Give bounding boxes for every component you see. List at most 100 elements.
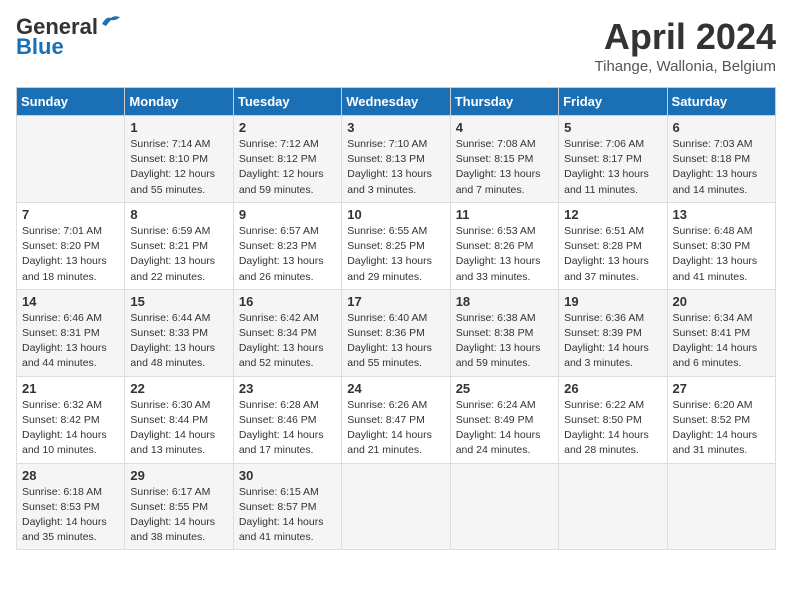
day-number: 7: [22, 207, 119, 222]
calendar-cell: 14 Sunrise: 6:46 AM Sunset: 8:31 PM Dayli…: [17, 289, 125, 376]
day-info: Sunrise: 6:15 AM Sunset: 8:57 PM Dayligh…: [239, 485, 336, 546]
day-header-sunday: Sunday: [17, 88, 125, 116]
calendar-cell: 6 Sunrise: 7:03 AM Sunset: 8:18 PM Daylig…: [667, 116, 775, 203]
calendar-cell: 9 Sunrise: 6:57 AM Sunset: 8:23 PM Daylig…: [233, 202, 341, 289]
day-info: Sunrise: 6:44 AM Sunset: 8:33 PM Dayligh…: [130, 311, 227, 372]
day-number: 28: [22, 468, 119, 483]
day-number: 18: [456, 294, 553, 309]
calendar-cell: [559, 463, 667, 550]
day-number: 27: [673, 381, 770, 396]
week-row: 21 Sunrise: 6:32 AM Sunset: 8:42 PM Dayli…: [17, 376, 776, 463]
calendar-cell: 7 Sunrise: 7:01 AM Sunset: 8:20 PM Daylig…: [17, 202, 125, 289]
day-info: Sunrise: 6:42 AM Sunset: 8:34 PM Dayligh…: [239, 311, 336, 372]
week-row: 1 Sunrise: 7:14 AM Sunset: 8:10 PM Daylig…: [17, 116, 776, 203]
day-number: 9: [239, 207, 336, 222]
calendar-cell: 30 Sunrise: 6:15 AM Sunset: 8:57 PM Dayli…: [233, 463, 341, 550]
day-info: Sunrise: 7:06 AM Sunset: 8:17 PM Dayligh…: [564, 137, 661, 198]
day-info: Sunrise: 6:18 AM Sunset: 8:53 PM Dayligh…: [22, 485, 119, 546]
calendar-cell: 12 Sunrise: 6:51 AM Sunset: 8:28 PM Dayli…: [559, 202, 667, 289]
day-info: Sunrise: 6:32 AM Sunset: 8:42 PM Dayligh…: [22, 398, 119, 459]
day-info: Sunrise: 7:14 AM Sunset: 8:10 PM Dayligh…: [130, 137, 227, 198]
day-info: Sunrise: 7:01 AM Sunset: 8:20 PM Dayligh…: [22, 224, 119, 285]
logo: General Blue: [16, 16, 122, 58]
day-info: Sunrise: 6:38 AM Sunset: 8:38 PM Dayligh…: [456, 311, 553, 372]
day-number: 29: [130, 468, 227, 483]
calendar-table: SundayMondayTuesdayWednesdayThursdayFrid…: [16, 87, 776, 550]
header-row: SundayMondayTuesdayWednesdayThursdayFrid…: [17, 88, 776, 116]
day-number: 14: [22, 294, 119, 309]
day-number: 24: [347, 381, 444, 396]
day-info: Sunrise: 6:55 AM Sunset: 8:25 PM Dayligh…: [347, 224, 444, 285]
day-number: 3: [347, 120, 444, 135]
day-number: 17: [347, 294, 444, 309]
calendar-cell: 4 Sunrise: 7:08 AM Sunset: 8:15 PM Daylig…: [450, 116, 558, 203]
day-number: 1: [130, 120, 227, 135]
day-info: Sunrise: 7:12 AM Sunset: 8:12 PM Dayligh…: [239, 137, 336, 198]
calendar-cell: 28 Sunrise: 6:18 AM Sunset: 8:53 PM Dayli…: [17, 463, 125, 550]
header: General Blue April 2024 Tihange, Walloni…: [16, 16, 776, 75]
day-number: 5: [564, 120, 661, 135]
day-header-tuesday: Tuesday: [233, 88, 341, 116]
calendar-cell: 11 Sunrise: 6:53 AM Sunset: 8:26 PM Dayli…: [450, 202, 558, 289]
calendar-cell: 5 Sunrise: 7:06 AM Sunset: 8:17 PM Daylig…: [559, 116, 667, 203]
calendar-cell: 17Sunrise: 6:40 AM Sunset: 8:36 PM Dayli…: [342, 289, 450, 376]
day-info: Sunrise: 7:08 AM Sunset: 8:15 PM Dayligh…: [456, 137, 553, 198]
day-info: Sunrise: 6:57 AM Sunset: 8:23 PM Dayligh…: [239, 224, 336, 285]
calendar-cell: 23 Sunrise: 6:28 AM Sunset: 8:46 PM Dayli…: [233, 376, 341, 463]
day-number: 22: [130, 381, 227, 396]
day-info: Sunrise: 6:46 AM Sunset: 8:31 PM Dayligh…: [22, 311, 119, 372]
day-info: Sunrise: 7:10 AM Sunset: 8:13 PM Dayligh…: [347, 137, 444, 198]
day-number: 25: [456, 381, 553, 396]
day-info: Sunrise: 6:17 AM Sunset: 8:55 PM Dayligh…: [130, 485, 227, 546]
day-number: 13: [673, 207, 770, 222]
calendar-cell: [450, 463, 558, 550]
day-number: 19: [564, 294, 661, 309]
calendar-cell: 18 Sunrise: 6:38 AM Sunset: 8:38 PM Dayli…: [450, 289, 558, 376]
calendar-cell: 13 Sunrise: 6:48 AM Sunset: 8:30 PM Dayli…: [667, 202, 775, 289]
day-info: Sunrise: 6:24 AM Sunset: 8:49 PM Dayligh…: [456, 398, 553, 459]
day-number: 20: [673, 294, 770, 309]
calendar-cell: [342, 463, 450, 550]
day-info: Sunrise: 6:53 AM Sunset: 8:26 PM Dayligh…: [456, 224, 553, 285]
week-row: 28 Sunrise: 6:18 AM Sunset: 8:53 PM Dayli…: [17, 463, 776, 550]
day-number: 26: [564, 381, 661, 396]
day-number: 11: [456, 207, 553, 222]
calendar-cell: 29 Sunrise: 6:17 AM Sunset: 8:55 PM Dayli…: [125, 463, 233, 550]
calendar-cell: 19 Sunrise: 6:36 AM Sunset: 8:39 PM Dayli…: [559, 289, 667, 376]
day-info: Sunrise: 6:48 AM Sunset: 8:30 PM Dayligh…: [673, 224, 770, 285]
logo-blue: Blue: [16, 36, 64, 58]
day-number: 12: [564, 207, 661, 222]
week-row: 7 Sunrise: 7:01 AM Sunset: 8:20 PM Daylig…: [17, 202, 776, 289]
day-number: 4: [456, 120, 553, 135]
day-number: 21: [22, 381, 119, 396]
day-header-friday: Friday: [559, 88, 667, 116]
calendar-cell: 15Sunrise: 6:44 AM Sunset: 8:33 PM Dayli…: [125, 289, 233, 376]
day-info: Sunrise: 6:36 AM Sunset: 8:39 PM Dayligh…: [564, 311, 661, 372]
month-title: April 2024: [595, 16, 776, 58]
day-number: 23: [239, 381, 336, 396]
day-info: Sunrise: 6:34 AM Sunset: 8:41 PM Dayligh…: [673, 311, 770, 372]
day-info: Sunrise: 6:51 AM Sunset: 8:28 PM Dayligh…: [564, 224, 661, 285]
calendar-cell: 8Sunrise: 6:59 AM Sunset: 8:21 PM Daylig…: [125, 202, 233, 289]
day-info: Sunrise: 6:26 AM Sunset: 8:47 PM Dayligh…: [347, 398, 444, 459]
calendar-cell: 22 Sunrise: 6:30 AM Sunset: 8:44 PM Dayli…: [125, 376, 233, 463]
day-info: Sunrise: 6:28 AM Sunset: 8:46 PM Dayligh…: [239, 398, 336, 459]
day-info: Sunrise: 7:03 AM Sunset: 8:18 PM Dayligh…: [673, 137, 770, 198]
day-number: 10: [347, 207, 444, 222]
calendar-cell: 16 Sunrise: 6:42 AM Sunset: 8:34 PM Dayli…: [233, 289, 341, 376]
day-info: Sunrise: 6:30 AM Sunset: 8:44 PM Dayligh…: [130, 398, 227, 459]
day-info: Sunrise: 6:20 AM Sunset: 8:52 PM Dayligh…: [673, 398, 770, 459]
day-number: 8: [130, 207, 227, 222]
calendar-cell: 20 Sunrise: 6:34 AM Sunset: 8:41 PM Dayli…: [667, 289, 775, 376]
day-number: 30: [239, 468, 336, 483]
day-number: 6: [673, 120, 770, 135]
calendar-cell: [17, 116, 125, 203]
calendar-cell: 27 Sunrise: 6:20 AM Sunset: 8:52 PM Dayli…: [667, 376, 775, 463]
calendar-cell: 1 Sunrise: 7:14 AM Sunset: 8:10 PM Daylig…: [125, 116, 233, 203]
calendar-cell: 2Sunrise: 7:12 AM Sunset: 8:12 PM Daylig…: [233, 116, 341, 203]
calendar-cell: 21 Sunrise: 6:32 AM Sunset: 8:42 PM Dayli…: [17, 376, 125, 463]
day-header-saturday: Saturday: [667, 88, 775, 116]
week-row: 14 Sunrise: 6:46 AM Sunset: 8:31 PM Dayli…: [17, 289, 776, 376]
calendar-cell: 3 Sunrise: 7:10 AM Sunset: 8:13 PM Daylig…: [342, 116, 450, 203]
day-number: 16: [239, 294, 336, 309]
